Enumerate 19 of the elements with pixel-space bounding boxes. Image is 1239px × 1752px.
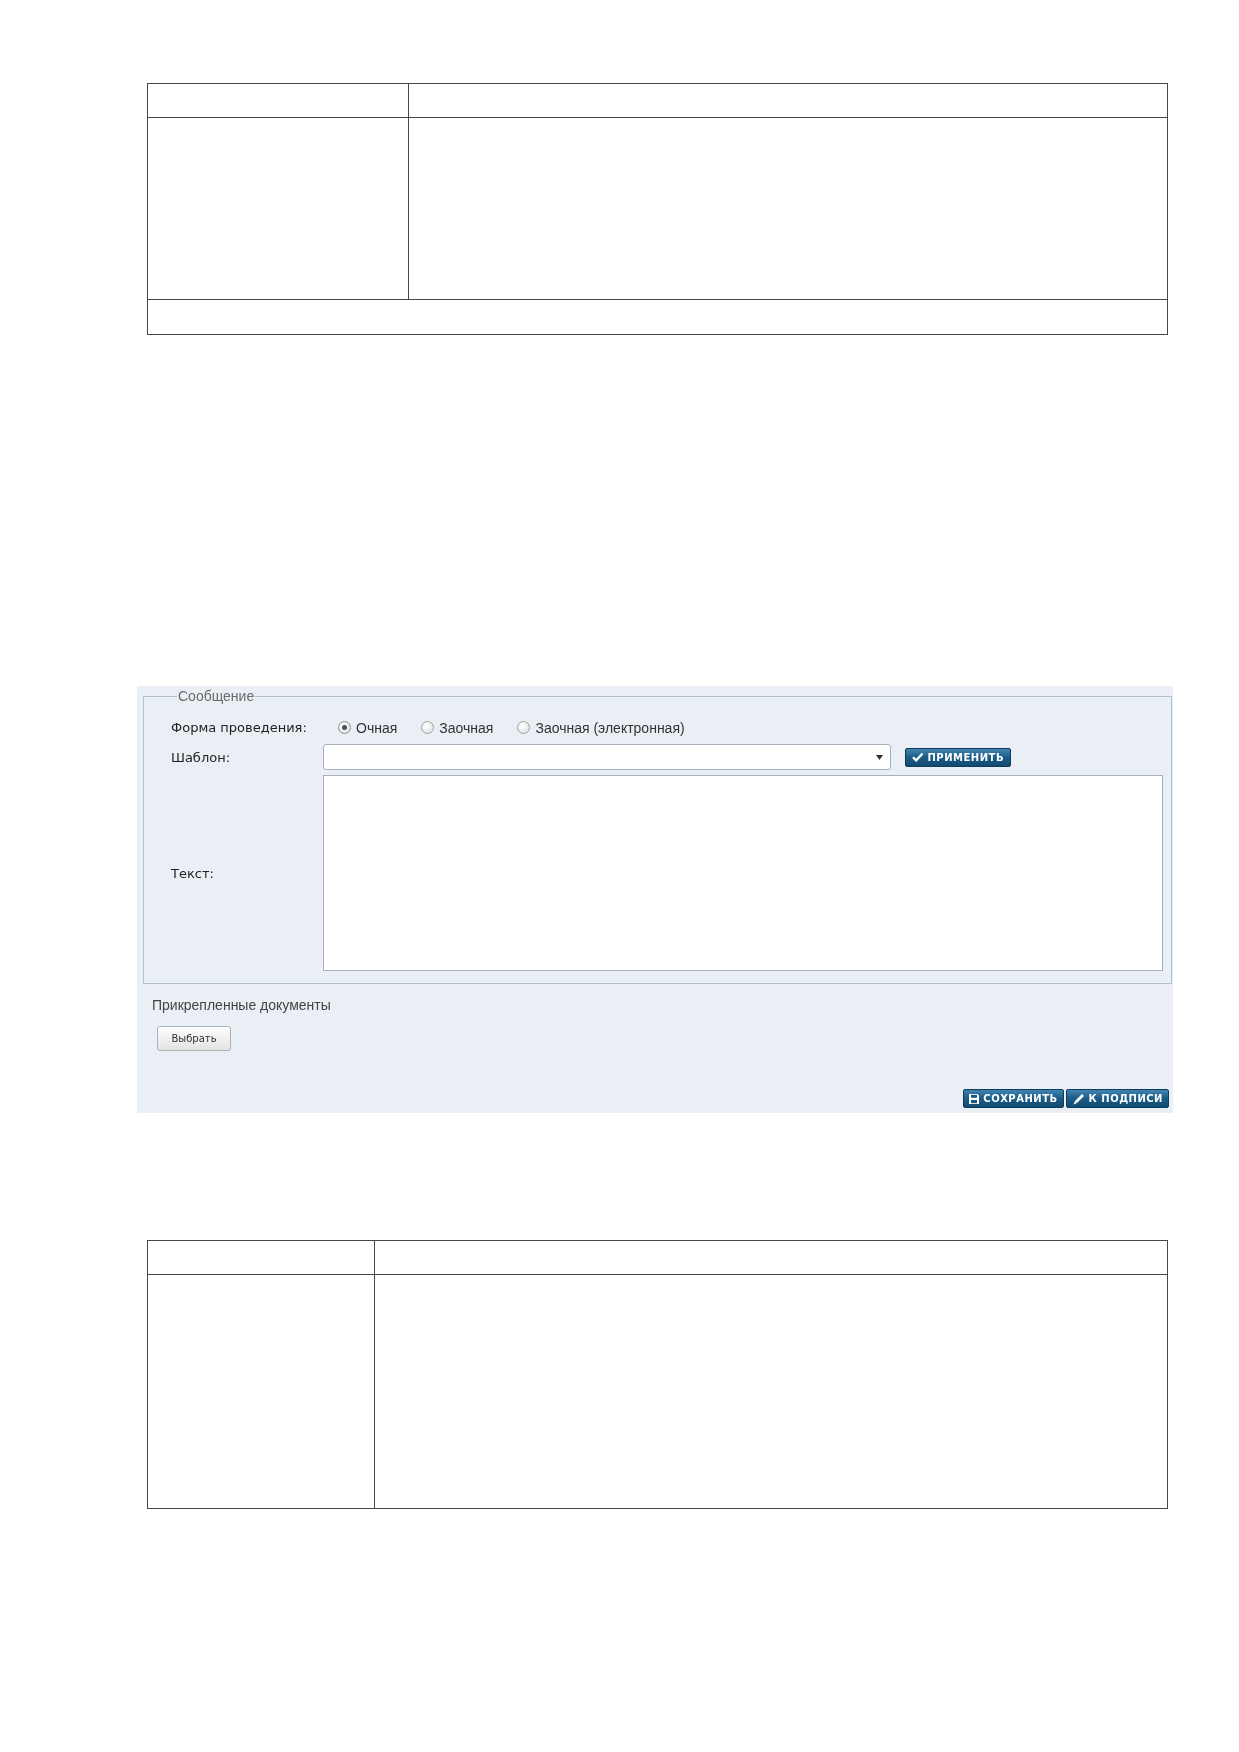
template-select[interactable] <box>323 744 891 770</box>
field-label: Форма проведения: <box>171 720 308 735</box>
fieldset-legend: Сообщение <box>177 688 256 704</box>
pencil-icon <box>1071 1092 1085 1105</box>
radio-label: Заочная <box>439 719 494 736</box>
radio-button[interactable] <box>517 721 531 734</box>
dropdown-caret-icon <box>876 754 883 760</box>
radio-label: Очная <box>356 719 398 736</box>
apply-button[interactable]: ПРИМЕНИТЬ <box>905 747 1011 767</box>
choose-button[interactable]: Выбрать <box>157 1026 231 1051</box>
section-title: Прикрепленные документы <box>152 997 331 1014</box>
field-label: Текст: <box>171 865 215 881</box>
check-icon <box>912 752 924 762</box>
sign-button[interactable]: К ПОДПИСИ <box>1065 1089 1169 1108</box>
field-label: Шаблон: <box>171 749 232 765</box>
radio-button[interactable] <box>338 721 351 734</box>
radio-label: Заочная (электронная) <box>535 719 685 736</box>
save-button[interactable]: СОХРАНИТЬ <box>963 1089 1064 1108</box>
radio-button[interactable] <box>421 721 435 734</box>
